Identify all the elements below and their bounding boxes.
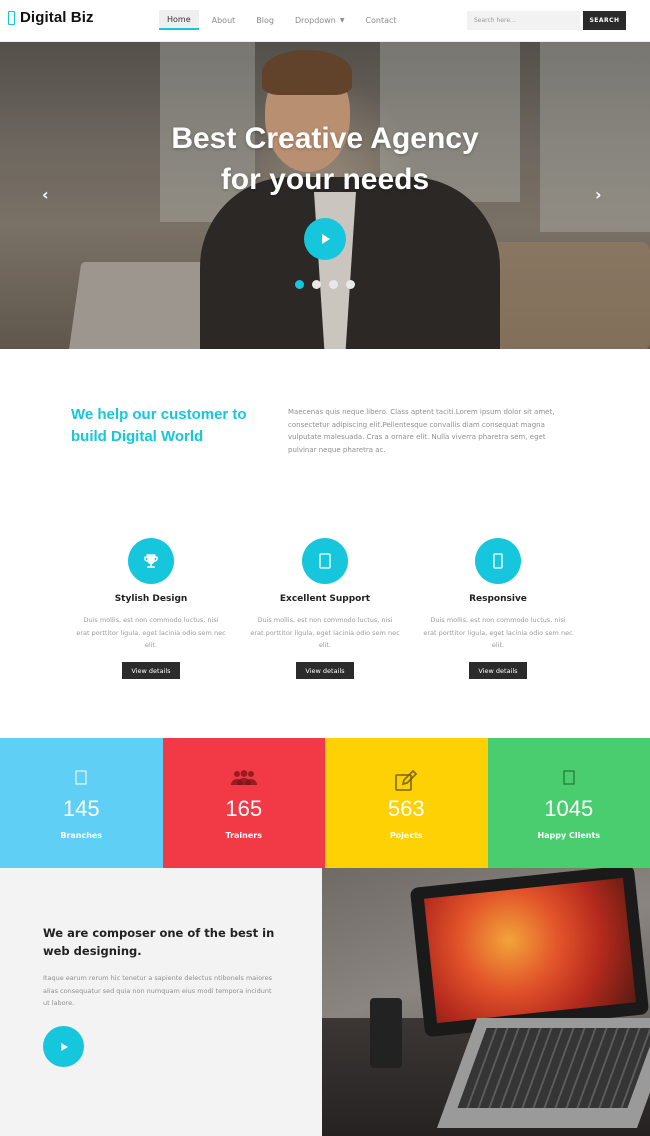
feature-card: Excellent Support Duis mollis, est non c… — [240, 538, 410, 679]
composer-text: Itaque earum rerum hic tenetur a sapient… — [43, 974, 272, 1007]
nav-label: Home — [167, 14, 191, 24]
slider-dot[interactable] — [329, 280, 338, 289]
stat-value: 1045 — [544, 796, 594, 821]
nav-item-home[interactable]: Home — [159, 10, 199, 30]
play-icon — [322, 234, 330, 244]
feature-text: Duis mollis, est non commodo luctus, nis… — [250, 616, 400, 649]
about-heading: We help our customer to build Digital Wo… — [71, 404, 271, 448]
stat-branches: 145 Branches — [0, 738, 163, 868]
search-input[interactable] — [467, 11, 580, 30]
feature-title: Excellent Support — [279, 594, 371, 604]
nav-item-contact[interactable]: Contact — [357, 10, 404, 30]
mobile-icon — [475, 538, 521, 584]
stat-label: Pojects — [389, 831, 423, 840]
hero-title-line: for your needs — [220, 163, 430, 196]
feature-text: Duis mollis, est non commodo luctus, nis… — [423, 616, 573, 649]
users-icon — [163, 770, 326, 786]
hero-title-line: Best Creative Agency — [171, 122, 479, 155]
stat-projects: 563 Pojects — [325, 738, 488, 868]
nav-label: About — [211, 15, 236, 25]
composer-section: We are composer one of the best in web d… — [0, 868, 322, 1136]
about-heading-line: build Digital World — [71, 428, 204, 445]
nav-item-blog[interactable]: Blog — [248, 10, 282, 30]
composer-title: We are composer one of the best in web d… — [43, 926, 275, 958]
caret-down-icon: ▼ — [339, 16, 345, 24]
stat-clients: 1045 Happy Clients — [487, 738, 650, 868]
logo-text: Digital Biz — [20, 9, 94, 26]
feature-title: Stylish Design — [114, 594, 188, 604]
nav-item-dropdown[interactable]: Dropdown ▼ — [287, 10, 352, 30]
slider-dot[interactable] — [346, 280, 355, 289]
nav-label: Contact — [365, 15, 397, 25]
nav-item-about[interactable]: About — [204, 10, 244, 30]
about-text: Maecenas quis neque libero. Class aptent… — [288, 408, 555, 454]
view-details-button[interactable]: View details — [122, 661, 180, 679]
chevron-right-icon[interactable]: › — [595, 185, 602, 204]
main-nav: Home About Blog Dropdown ▼ Contact — [159, 10, 410, 30]
support-icon — [302, 538, 348, 584]
feature-text: Duis mollis, est non commodo luctus, nis… — [76, 616, 226, 649]
photo-speaker — [370, 998, 402, 1068]
laptop-photo — [322, 868, 650, 1136]
hero-play-button[interactable] — [304, 218, 346, 260]
stat-value: 563 — [387, 796, 425, 821]
stat-label: Trainers — [225, 831, 263, 840]
view-details-button[interactable]: View details — [296, 661, 354, 679]
play-icon — [61, 1042, 68, 1051]
chevron-left-icon[interactable]: ‹ — [42, 185, 49, 204]
logo[interactable]: Digital Biz — [8, 9, 94, 26]
photo-laptop-display — [424, 877, 636, 1024]
search-button[interactable]: SEARCH — [583, 11, 626, 30]
feature-card: Stylish Design Duis mollis, est non comm… — [66, 538, 236, 679]
feature-title: Responsive — [469, 594, 527, 604]
slider-dot[interactable] — [295, 280, 304, 289]
stat-label: Branches — [60, 831, 103, 840]
slider-dots — [295, 280, 355, 289]
slider-dot[interactable] — [312, 280, 321, 289]
stat-label: Happy Clients — [537, 831, 601, 840]
feature-card: Responsive Duis mollis, est non commodo … — [413, 538, 583, 679]
photo-laptop-keyboard — [457, 1028, 650, 1108]
navbar: Digital Biz Home About Blog Dropdown ▼ Co… — [0, 0, 650, 42]
stat-value: 145 — [62, 796, 100, 821]
nav-label: Dropdown — [294, 15, 336, 25]
stat-value: 165 — [225, 796, 263, 821]
smile-icon — [488, 770, 650, 785]
hero-title: Best Creative Agency for your needs — [0, 118, 650, 200]
view-details-button[interactable]: View details — [469, 661, 527, 679]
logo-icon — [8, 10, 15, 25]
composer-play-button[interactable] — [43, 1026, 84, 1067]
hero-slider: Best Creative Agency for your needs ‹ › — [0, 42, 650, 349]
nav-label: Blog — [256, 15, 274, 25]
building-icon — [0, 770, 163, 785]
edit-icon — [325, 770, 488, 792]
about-heading-line: We help our customer to — [71, 406, 247, 423]
stats-bar: 145 Branches 165 Trainers 563 Pojects 10… — [0, 738, 650, 868]
trophy-icon — [128, 538, 174, 584]
stat-trainers: 165 Trainers — [162, 738, 326, 868]
